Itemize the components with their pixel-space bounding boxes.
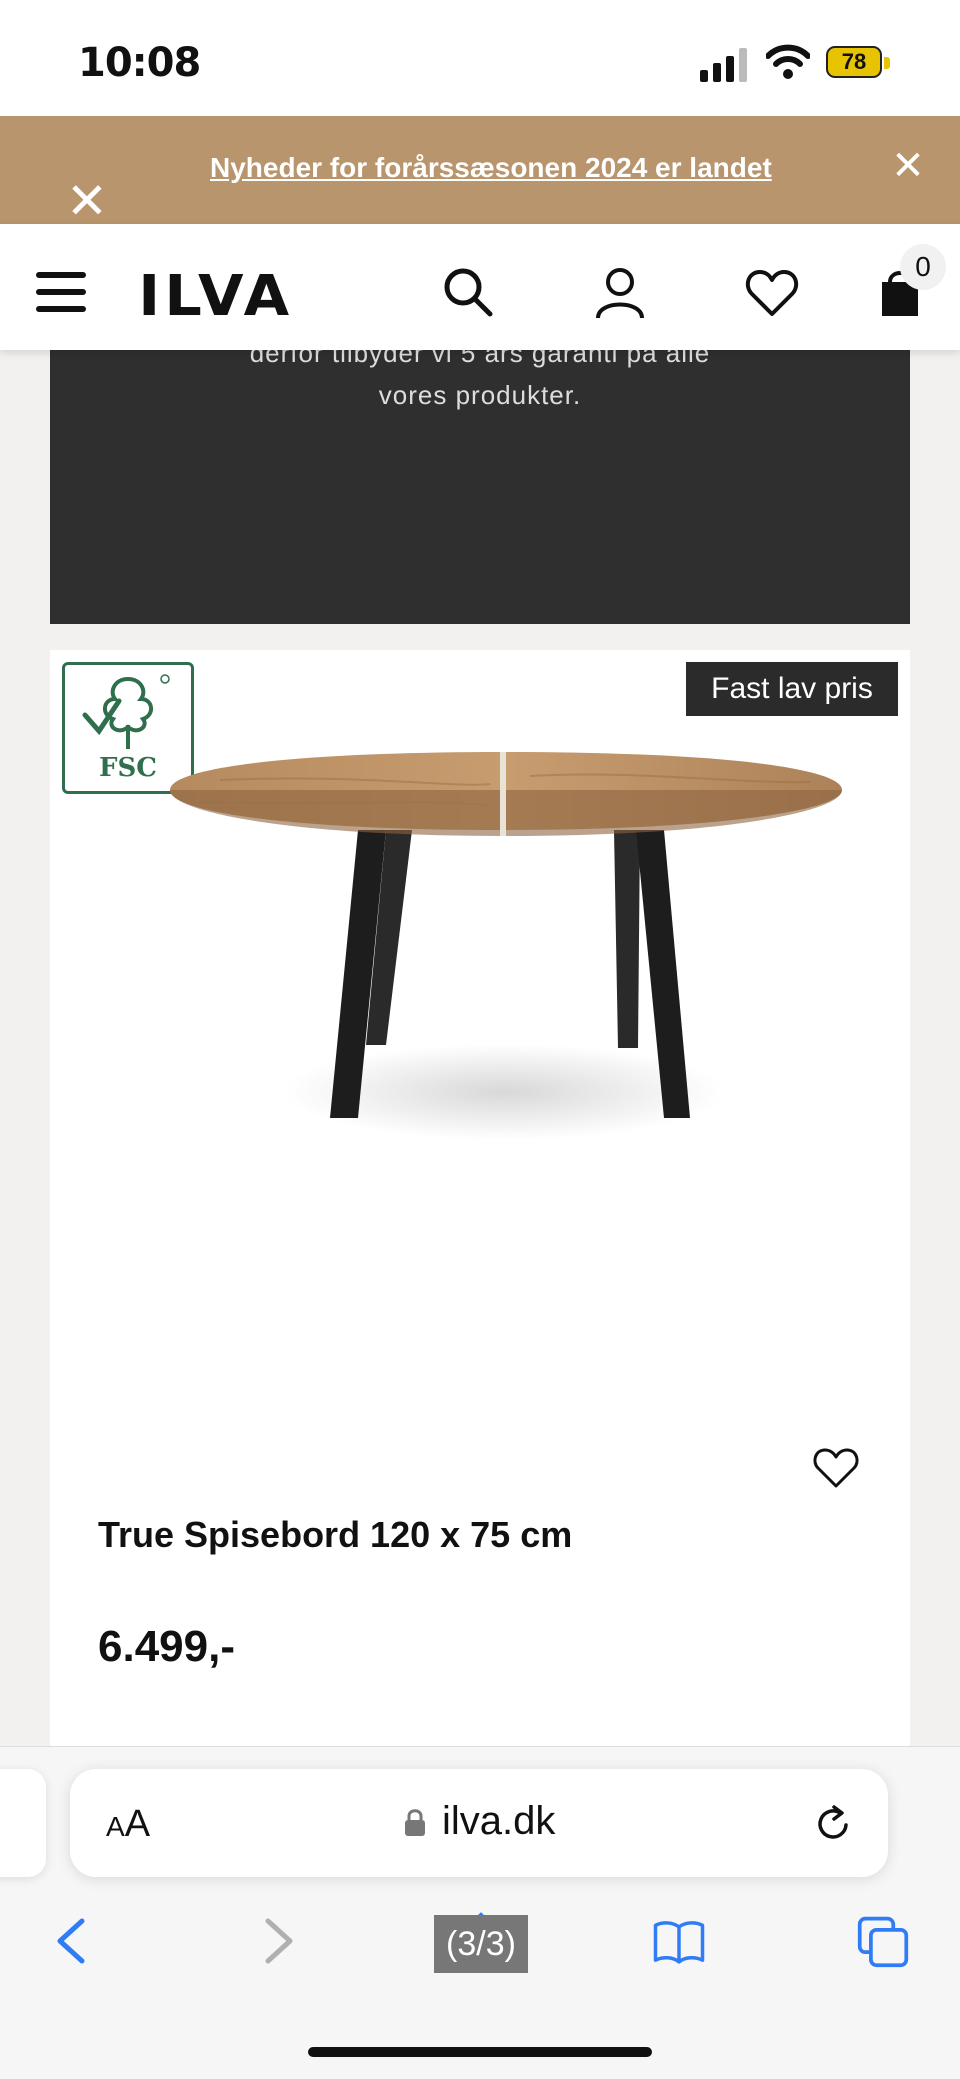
close-icon[interactable]: ✕ <box>64 176 110 226</box>
battery-level: 78 <box>826 46 882 78</box>
bookmarks-icon[interactable] <box>652 1911 706 1971</box>
site-header: ILVA <box>0 224 960 350</box>
cart-count-badge[interactable]: 0 <box>900 244 946 290</box>
status-bar: 10:08 78 <box>0 0 960 116</box>
lock-icon <box>405 1809 425 1836</box>
promo-banner: Nyheder for forårssæsonen 2024 er landet <box>0 116 960 224</box>
product-name[interactable]: True Spisebord 120 x 75 cm <box>98 1514 572 1556</box>
reload-icon[interactable] <box>812 1803 854 1845</box>
menu-icon[interactable] <box>36 272 86 312</box>
wishlist-icon[interactable] <box>744 264 800 320</box>
status-time: 10:08 <box>78 40 201 86</box>
search-icon[interactable] <box>440 264 496 320</box>
address-bar[interactable]: AA ilva.dk <box>70 1769 888 1877</box>
reader-settings-button[interactable]: AA <box>106 1803 150 1846</box>
product-price: 6.499,- <box>98 1622 235 1671</box>
cellular-signal-icon <box>700 48 747 82</box>
tabs-icon[interactable] <box>856 1911 910 1971</box>
product-card[interactable]: FSC Fast lav pris True Spisebord 120 x 7… <box>50 650 910 1750</box>
browser-toolbar: AA ilva.dk (3/3) <box>0 1746 960 2079</box>
battery-icon: 78 <box>826 46 892 80</box>
forward-icon[interactable] <box>252 1911 306 1971</box>
url-text[interactable]: ilva.dk <box>442 1799 555 1844</box>
page-counter: (3/3) <box>434 1915 528 1973</box>
ilva-logo[interactable]: ILVA <box>138 264 293 329</box>
back-icon[interactable] <box>44 1911 98 1971</box>
wifi-icon <box>766 44 810 79</box>
promo-link[interactable]: Nyheder for forårssæsonen 2024 er landet <box>210 152 772 184</box>
previous-tab-preview[interactable] <box>0 1769 46 1877</box>
account-icon[interactable] <box>592 264 648 320</box>
price-badge: Fast lav pris <box>686 662 898 716</box>
home-indicator <box>308 2047 652 2057</box>
product-image[interactable] <box>160 740 850 1140</box>
product-wishlist-icon[interactable] <box>812 1446 860 1490</box>
promo-close-icon[interactable]: ✕ <box>888 146 928 186</box>
guarantee-text-line2: vores produkter. <box>378 380 582 410</box>
